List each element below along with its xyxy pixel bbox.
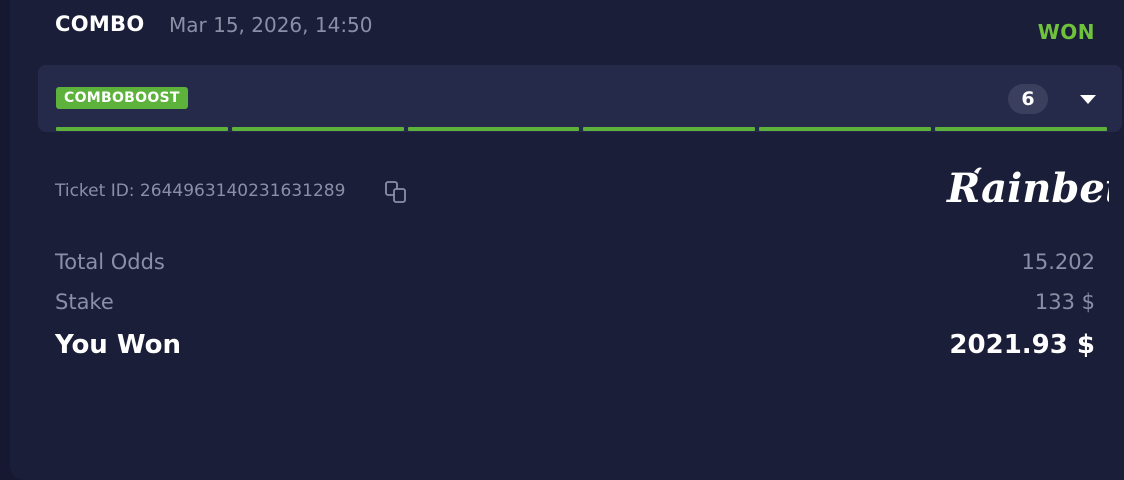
total-odds-label: Total Odds	[55, 250, 165, 274]
bet-card: COMBO Mar 15, 2026, 14:50 WON COMBOBOOST…	[10, 0, 1124, 480]
total-odds-value: 15.202	[1021, 250, 1095, 274]
svg-text:Rainbet: Rainbet	[946, 165, 1109, 212]
stake-value: 133 $	[1034, 290, 1095, 314]
leg-progress-segment	[56, 127, 228, 131]
legs-progress	[56, 127, 1107, 131]
leg-progress-segment	[759, 127, 932, 131]
leg-progress-segment	[583, 127, 756, 131]
rainbet-logo: Rainbet	[943, 160, 1124, 222]
you-won-value: 2021.93 $	[949, 330, 1095, 360]
bet-date: Mar 15, 2026, 14:50	[169, 13, 373, 37]
chevron-down-icon[interactable]	[1080, 95, 1096, 104]
combo-boost-panel[interactable]: COMBOBOOST 6	[38, 65, 1122, 132]
leg-progress-segment	[231, 127, 404, 131]
leg-progress-segment	[935, 127, 1107, 131]
you-won-label: You Won	[55, 330, 181, 360]
ticket-id: Ticket ID: 2644963140231631289	[55, 181, 346, 201]
comboboost-badge: COMBOBOOST	[56, 87, 188, 109]
copy-icon[interactable]	[385, 181, 409, 205]
bet-type: COMBO	[55, 12, 145, 36]
stake-label: Stake	[55, 290, 114, 314]
legs-count-badge: 6	[1008, 84, 1048, 114]
leg-progress-segment	[407, 127, 580, 131]
bet-status: WON	[1037, 20, 1095, 44]
